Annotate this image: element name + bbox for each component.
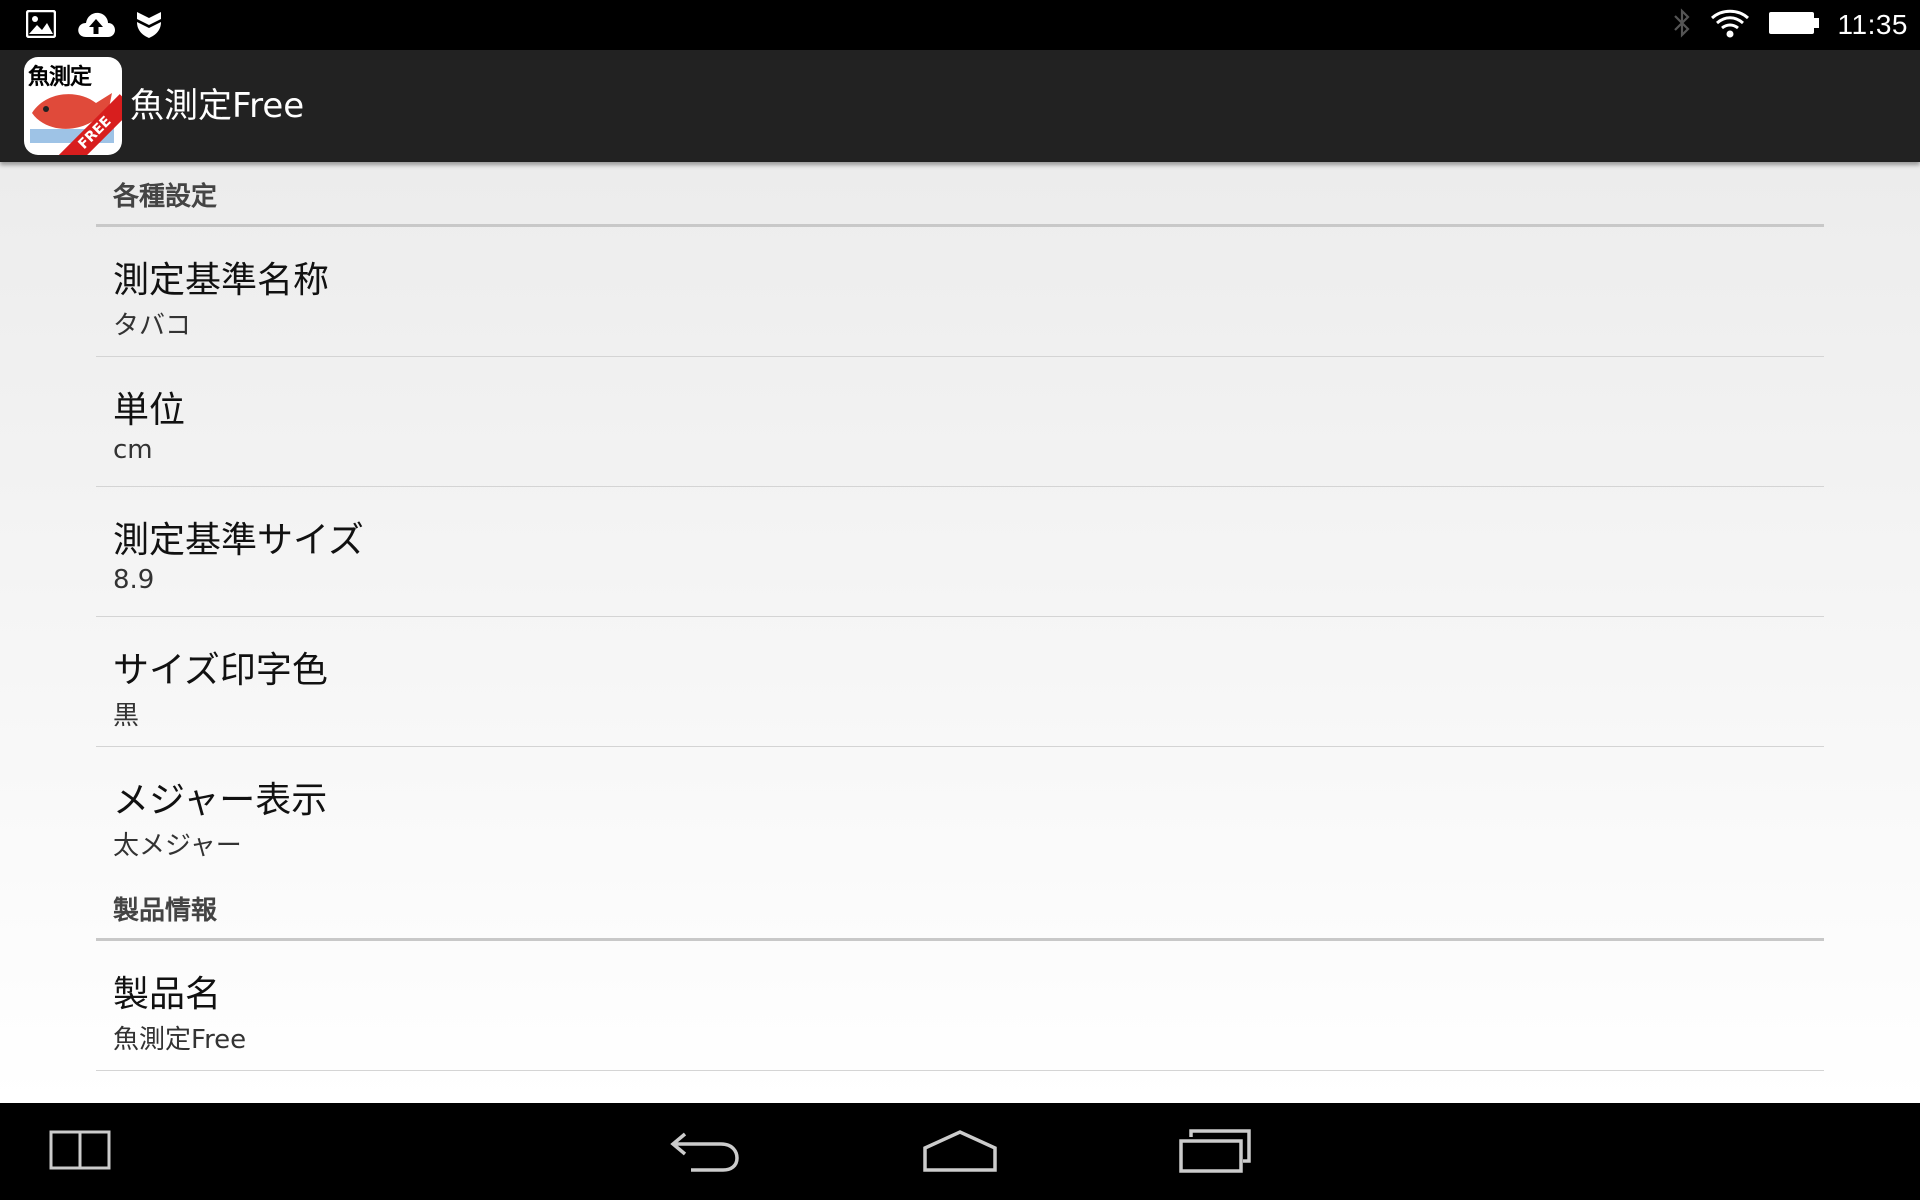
cloud-upload-icon	[76, 9, 116, 43]
pref-measure-reference-name[interactable]: 測定基準名称 タバコ	[96, 227, 1824, 357]
home-icon	[922, 1128, 998, 1176]
category-general-settings: 各種設定	[96, 162, 1824, 227]
bluetooth-icon	[1672, 7, 1692, 43]
notification-icons	[25, 9, 162, 43]
pref-unit[interactable]: 単位 cm	[96, 357, 1824, 487]
wifi-icon	[1710, 7, 1750, 43]
back-icon	[669, 1128, 741, 1176]
pref-title: 測定基準名称	[113, 260, 330, 301]
pref-summary: 黒	[113, 701, 140, 731]
category-product-info: 製品情報	[96, 876, 1824, 941]
system-icons: 11:35	[1672, 0, 1909, 50]
pref-title: 測定基準サイズ	[113, 520, 364, 561]
preference-list: 各種設定 測定基準名称 タバコ 単位 cm 測定基準サイズ 8.9 サイズ印字色…	[96, 162, 1824, 1071]
pref-summary: 魚測定Free	[113, 1025, 247, 1055]
home-button[interactable]	[915, 1103, 1005, 1200]
pref-product-name[interactable]: 製品名 魚測定Free	[96, 941, 1824, 1071]
pref-title: メジャー表示	[113, 780, 328, 821]
battery-icon	[1768, 10, 1820, 40]
action-bar: 魚測定 FREE 魚測定Free	[0, 50, 1920, 162]
split-screen-button[interactable]	[40, 1103, 120, 1200]
app-title: 魚測定Free	[130, 86, 305, 126]
pref-summary: タバコ	[113, 311, 192, 341]
pref-summary: 8.9	[113, 565, 155, 595]
split-screen-icon	[49, 1130, 111, 1174]
recents-icon	[1177, 1127, 1253, 1177]
category-label: 各種設定	[113, 182, 218, 212]
pref-summary: cm	[113, 435, 153, 465]
settings-screen[interactable]: 各種設定 測定基準名称 タバコ 単位 cm 測定基準サイズ 8.9 サイズ印字色…	[0, 162, 1920, 1103]
recents-button[interactable]	[1170, 1103, 1260, 1200]
app-icon[interactable]: 魚測定 FREE	[24, 57, 122, 155]
category-label: 製品情報	[113, 896, 218, 926]
back-button[interactable]	[660, 1103, 750, 1200]
pref-title: 単位	[113, 390, 186, 431]
pref-measure-display[interactable]: メジャー表示 太メジャー	[96, 747, 1824, 876]
shield-icon	[136, 9, 162, 43]
pref-summary: 太メジャー	[113, 831, 242, 861]
pref-measure-reference-size[interactable]: 測定基準サイズ 8.9	[96, 487, 1824, 617]
clock: 11:35	[1837, 9, 1908, 40]
image-icon	[25, 9, 57, 42]
pref-size-print-color[interactable]: サイズ印字色 黒	[96, 617, 1824, 747]
pref-title: サイズ印字色	[113, 650, 328, 691]
navigation-bar	[0, 1103, 1920, 1200]
pref-title: 製品名	[113, 974, 222, 1015]
status-bar: 11:35	[0, 0, 1920, 50]
